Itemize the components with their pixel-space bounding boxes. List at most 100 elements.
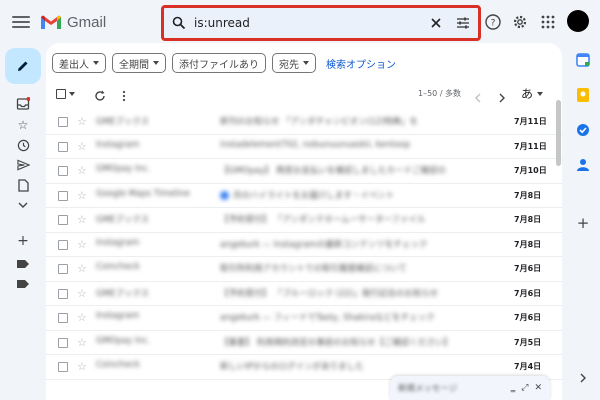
email-snippet: 月のハイライトをお届けします・イベント	[233, 190, 395, 201]
row-checkbox[interactable]	[58, 141, 68, 152]
search-input[interactable]	[194, 16, 430, 30]
filter-chip-attachment[interactable]: 添付ファイルあり	[172, 53, 266, 73]
nav-label-2[interactable]	[11, 276, 35, 292]
filter-chip-date[interactable]: 全期間	[112, 53, 166, 73]
caret-down-icon	[153, 61, 159, 65]
star-icon[interactable]: ☆	[77, 311, 87, 324]
email-sender: GMOpay Inc.	[96, 164, 151, 174]
filter-chip-from[interactable]: 差出人	[52, 53, 106, 73]
nav-drafts[interactable]	[11, 177, 35, 193]
older-button[interactable]	[499, 88, 506, 107]
email-row[interactable]: ☆ GMEブックス 【予約受付】 「ブルーロック (22)」発行記念のお知らせ …	[46, 282, 562, 306]
email-row[interactable]: ☆ GMEブックス 新刊のお知らせ 「アンダチャンピオン(12)特典」を 7月1…	[46, 110, 562, 135]
row-checkbox[interactable]	[58, 264, 68, 274]
star-icon[interactable]: ☆	[77, 238, 87, 251]
email-row[interactable]: ☆ GMOpay Inc. 【重要】 利用規約改定の事前のお知らせ【ご確認くださ…	[46, 331, 562, 355]
minimize-icon[interactable]: ‗	[511, 383, 516, 393]
email-date: 7月11日	[514, 117, 547, 126]
main-menu-button[interactable]	[10, 13, 32, 31]
star-icon[interactable]: ☆	[77, 213, 87, 226]
star-icon[interactable]: ☆	[77, 189, 87, 202]
keep-app-button[interactable]	[575, 87, 591, 103]
more-options-button[interactable]	[122, 87, 126, 106]
nav-sent[interactable]	[11, 157, 35, 173]
nav-starred[interactable]: ☆	[11, 117, 35, 133]
filter-chip-to[interactable]: 宛先	[272, 53, 316, 73]
new-message-window[interactable]: 新規メッセージ ‗ ⤢ ✕	[390, 376, 550, 400]
search-icon[interactable]	[172, 16, 186, 30]
star-icon[interactable]: ☆	[77, 336, 87, 349]
select-all-checkbox[interactable]	[56, 89, 66, 99]
google-apps-button[interactable]	[537, 11, 559, 33]
calendar-icon	[576, 53, 590, 67]
filter-chip-label: 添付ファイルあり	[179, 59, 259, 71]
refresh-icon	[95, 90, 105, 101]
compose-button[interactable]	[5, 48, 41, 84]
email-list: ☆ GMEブックス 新刊のお知らせ 「アンダチャンピオン(12)特典」を 7月1…	[46, 110, 562, 380]
email-row[interactable]: ☆ Google Maps Timeline 月のハイライトをお届けします・イベ…	[46, 184, 562, 208]
select-all-control[interactable]	[56, 89, 75, 99]
refresh-button[interactable]	[94, 87, 106, 106]
search-bar[interactable]	[161, 5, 481, 41]
email-sender: Instagram	[96, 139, 140, 150]
email-snippet: 【予約受付】 「ブルーロック (22)」発行記念のお知らせ	[220, 288, 439, 299]
email-row[interactable]: ☆ Coincheck 取引所利用アカウントでの取引履歴確認について 7月6日	[46, 257, 562, 282]
star-icon[interactable]: ☆	[77, 287, 87, 300]
nav-snoozed[interactable]	[11, 137, 35, 153]
plus-icon: +	[576, 214, 590, 232]
expand-icon[interactable]: ⤢	[521, 383, 528, 393]
email-date: 7月10日	[514, 166, 547, 175]
caret-down-icon	[303, 61, 309, 65]
email-row[interactable]: ☆ GMOpay Inc. 【GMOpay】 再度お支払いを確認しましたカードご…	[46, 159, 562, 184]
advanced-search-link[interactable]: 検索オプション	[326, 56, 396, 71]
gmail-logo[interactable]: Gmail	[40, 9, 160, 35]
settings-button[interactable]	[509, 11, 531, 33]
close-icon[interactable]: ✕	[534, 383, 542, 393]
row-checkbox[interactable]	[58, 215, 68, 225]
email-snippet: angekurk — フィードでTasty, Shakiraなどをチェック	[220, 313, 435, 323]
star-icon[interactable]: ☆	[77, 140, 87, 153]
email-row[interactable]: ☆ Instagram instadelement702, nobunuunua…	[46, 135, 562, 159]
row-checkbox[interactable]	[58, 362, 68, 372]
calendar-app-button[interactable]	[575, 52, 591, 68]
clear-search-icon[interactable]	[430, 17, 442, 29]
chevron-left-icon	[475, 93, 481, 103]
row-checkbox[interactable]	[58, 313, 68, 323]
tasks-app-button[interactable]	[575, 122, 591, 138]
email-row[interactable]: ☆ GMEブックス 【予約受付】 「アンダンテホームーサーターファイル 7月8日	[46, 208, 562, 233]
search-options-icon[interactable]	[456, 17, 470, 29]
hide-side-panel-button[interactable]	[575, 370, 591, 386]
email-list-scrollbar[interactable]	[556, 100, 561, 166]
email-date: 7月8日	[514, 215, 542, 224]
account-avatar[interactable]	[567, 10, 589, 32]
email-row[interactable]: ☆ Instagram angekurk — フィードでTasty, Shaki…	[46, 306, 562, 331]
nav-inbox[interactable]	[11, 96, 35, 112]
contacts-person-icon	[577, 159, 589, 171]
create-label-button[interactable]: +	[11, 233, 35, 249]
row-checkbox[interactable]	[58, 337, 68, 348]
email-sender: GMEブックス	[96, 215, 150, 225]
star-icon[interactable]: ☆	[77, 164, 87, 177]
row-checkbox[interactable]	[58, 288, 68, 299]
get-addons-button[interactable]: +	[575, 214, 591, 232]
row-checkbox[interactable]	[58, 190, 68, 201]
email-snippet: angekurk — Instagramの最新コンテンツをチェック	[220, 239, 428, 250]
more-vert-icon	[122, 90, 126, 102]
star-icon[interactable]: ☆	[77, 262, 87, 275]
input-tools-button[interactable]: あ	[521, 85, 544, 102]
pagination-info: 1–50 / 多数	[418, 89, 462, 98]
row-checkbox[interactable]	[58, 166, 68, 176]
email-snippet: 新しいIPからのログインがありました	[220, 362, 364, 372]
star-icon[interactable]: ☆	[77, 115, 87, 128]
email-row[interactable]: ☆ Instagram angekurk — Instagramの最新コンテンツ…	[46, 233, 562, 257]
help-button[interactable]: ?	[482, 11, 504, 33]
nav-label-1[interactable]	[11, 256, 35, 272]
star-icon[interactable]: ☆	[77, 360, 87, 373]
app-name: Gmail	[67, 13, 107, 31]
contacts-app-button[interactable]	[575, 157, 591, 173]
newer-button[interactable]	[474, 88, 481, 107]
row-checkbox[interactable]	[58, 239, 68, 250]
nav-more[interactable]	[11, 197, 35, 213]
caret-down-icon[interactable]	[69, 92, 75, 96]
row-checkbox[interactable]	[58, 117, 68, 127]
